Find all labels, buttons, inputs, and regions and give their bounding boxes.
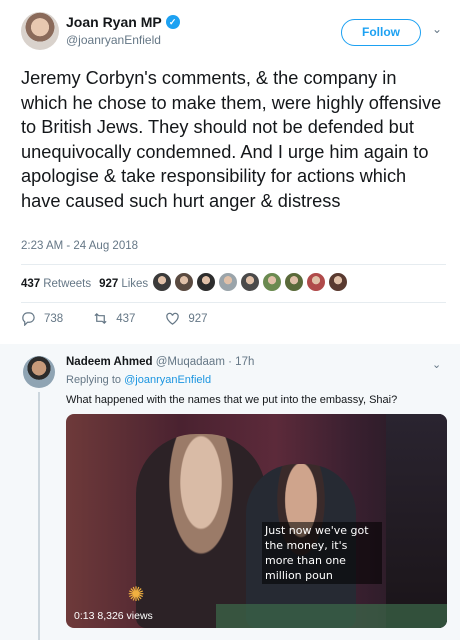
tweet-header: Joan Ryan MP ✓ @joanryanEnfield Follow ⌄ — [0, 0, 460, 56]
video-views: 8,326 views — [97, 610, 153, 622]
tweet-actions: 738 437 927 — [21, 311, 238, 326]
reply-author-avatar[interactable] — [23, 356, 55, 388]
broadcaster-logo-icon: ✺ — [127, 584, 145, 606]
liker-avatar[interactable] — [240, 272, 260, 292]
video-player[interactable]: Just now we've got the money, it's more … — [66, 414, 447, 628]
retweet-count: 437 — [116, 312, 136, 325]
heart-icon — [166, 312, 180, 325]
like-count: 927 — [188, 312, 208, 325]
author-name-text[interactable]: Joan Ryan MP — [66, 14, 162, 30]
reply-count: 738 — [44, 312, 64, 325]
likes-count[interactable]: 927 — [99, 278, 118, 290]
thread-connector — [38, 392, 40, 640]
reply-more-menu-icon[interactable]: ⌄ — [432, 358, 441, 371]
likes-label[interactable]: Likes — [121, 278, 148, 290]
more-menu-icon[interactable]: ⌄ — [432, 22, 442, 36]
liker-avatar[interactable] — [196, 272, 216, 292]
liker-avatar[interactable] — [284, 272, 304, 292]
video-frame-table — [216, 604, 447, 628]
verified-badge-icon: ✓ — [165, 15, 180, 29]
replying-to-label: Replying to — [66, 374, 122, 386]
engagement-stats: 437 Retweets 927 Likes — [21, 272, 148, 296]
retweet-button[interactable]: 437 — [93, 311, 135, 326]
liker-avatar[interactable] — [306, 272, 326, 292]
reply-text: What happened with the names that we put… — [66, 394, 398, 406]
tweet-text: Jeremy Corbyn's comments, & the company … — [21, 68, 442, 211]
author-avatar[interactable] — [21, 12, 59, 50]
reply-button[interactable]: 738 — [21, 311, 63, 326]
reply-author-name[interactable]: Nadeem Ahmed — [66, 356, 153, 368]
follow-button[interactable]: Follow — [341, 19, 421, 46]
tweet-timestamp[interactable]: 2:23 AM - 24 Aug 2018 — [21, 240, 138, 252]
liker-avatar[interactable] — [152, 272, 172, 292]
liker-avatar[interactable] — [262, 272, 282, 292]
like-button[interactable]: 927 — [165, 311, 208, 326]
reply-author-line: Nadeem Ahmed @Muqadaam · 17h — [66, 356, 254, 368]
replying-to-handle[interactable]: @joanryanEnfield — [124, 374, 211, 386]
retweets-count[interactable]: 437 — [21, 278, 40, 290]
reply-author-handle[interactable]: @Muqadaam — [156, 356, 225, 368]
retweet-icon — [94, 312, 107, 325]
video-elapsed: 0:13 — [74, 610, 95, 622]
reply-icon — [22, 312, 35, 326]
video-caption: Just now we've got the money, it's more … — [262, 522, 382, 584]
liker-avatar[interactable] — [174, 272, 194, 292]
author-handle[interactable]: @joanryanEnfield — [66, 33, 161, 47]
liker-avatar[interactable] — [218, 272, 238, 292]
author-name[interactable]: Joan Ryan MP ✓ — [66, 14, 180, 30]
divider — [21, 264, 446, 265]
divider — [21, 302, 446, 303]
video-meta: 0:13 8,326 views — [74, 610, 153, 622]
reply-separator: · — [228, 356, 232, 368]
retweets-label[interactable]: Retweets — [43, 278, 91, 290]
liker-avatars — [152, 272, 348, 292]
replying-to: Replying to @joanryanEnfield — [66, 374, 211, 386]
video-frame-person — [386, 414, 447, 628]
reply-age[interactable]: 17h — [235, 356, 254, 368]
liker-avatar[interactable] — [328, 272, 348, 292]
